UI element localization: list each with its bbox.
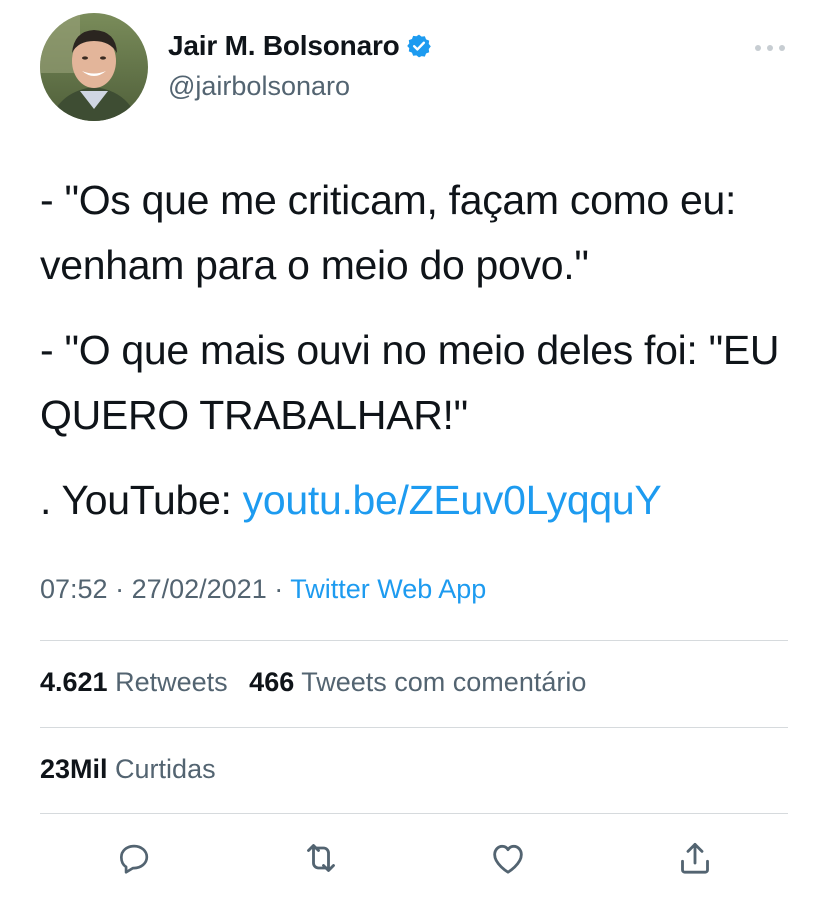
more-icon[interactable]	[752, 41, 788, 53]
retweet-icon	[301, 838, 341, 883]
divider	[40, 727, 788, 728]
tweet-meta: 07:52 · 27/02/2021 · Twitter Web App	[40, 574, 486, 605]
youtube-prefix: . YouTube:	[40, 477, 243, 523]
quotes-stat[interactable]: 466 Tweets com comentário	[249, 667, 586, 697]
tweet-date[interactable]: 27/02/2021	[132, 574, 267, 604]
likes-count: 23Mil	[40, 754, 108, 784]
retweets-count: 4.621	[40, 667, 108, 697]
share-icon	[675, 838, 715, 883]
meta-separator: ·	[266, 574, 291, 604]
divider	[40, 813, 788, 814]
divider	[40, 640, 788, 641]
tweet-source-link[interactable]: Twitter Web App	[290, 574, 486, 604]
tweet-paragraph: - "Os que me criticam, façam como eu: ve…	[40, 177, 737, 288]
name-row: Jair M. Bolsonaro	[168, 28, 432, 64]
action-bar	[40, 838, 790, 882]
meta-separator: ·	[107, 574, 132, 604]
tweet-text: - "Os que me criticam, façam como eu: ve…	[40, 168, 790, 533]
tweet-paragraph: - "O que mais ouvi no meio deles foi: "E…	[40, 327, 780, 438]
likes-row: 23Mil Curtidas	[40, 754, 230, 785]
like-button[interactable]	[486, 838, 530, 882]
verified-badge-icon	[406, 33, 432, 59]
stats-row: 4.621 Retweets 466 Tweets com comentário	[40, 667, 600, 698]
retweets-label: Retweets	[115, 667, 228, 697]
retweet-button[interactable]	[299, 838, 343, 882]
share-button[interactable]	[673, 838, 717, 882]
tweet-header: Jair M. Bolsonaro @jairbolsonaro	[40, 13, 790, 123]
youtube-link[interactable]: youtu.be/ZEuv0LyqquY	[243, 477, 662, 523]
display-name[interactable]: Jair M. Bolsonaro	[168, 30, 400, 62]
tweet-time[interactable]: 07:52	[40, 574, 108, 604]
quotes-label: Tweets com comentário	[301, 667, 587, 697]
reply-icon	[115, 839, 153, 882]
reply-button[interactable]	[112, 838, 156, 882]
quotes-count: 466	[249, 667, 295, 697]
likes-stat[interactable]: 23Mil Curtidas	[40, 754, 216, 784]
like-icon	[488, 838, 528, 883]
tweet-paragraph: . YouTube: youtu.be/ZEuv0LyqquY	[40, 468, 790, 533]
retweets-stat[interactable]: 4.621 Retweets	[40, 667, 228, 697]
handle[interactable]: @jairbolsonaro	[168, 71, 350, 102]
likes-label: Curtidas	[115, 754, 216, 784]
avatar[interactable]	[40, 13, 148, 121]
